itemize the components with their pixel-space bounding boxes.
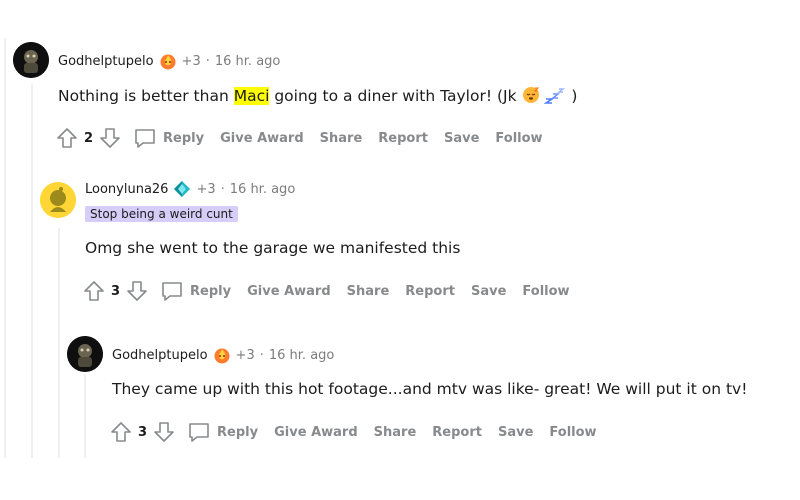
downvote-arrow-icon (127, 281, 147, 301)
thread-line-level1[interactable] (31, 84, 33, 458)
username[interactable]: Godhelptupelo (112, 348, 208, 363)
share-button[interactable]: Share (374, 425, 417, 440)
follow-button[interactable]: Follow (549, 425, 596, 440)
share-button[interactable]: Share (347, 284, 390, 299)
timestamp[interactable]: 16 hr. ago (269, 348, 335, 363)
reply-label: Reply (163, 130, 205, 146)
avatar[interactable] (13, 42, 49, 78)
reply-button[interactable]: Reply (187, 421, 258, 443)
comment-meta: Loonyluna26 +3 · 16 hr. ago (85, 180, 295, 198)
upvote-arrow-icon (57, 128, 77, 148)
highlighted-text: Maci (233, 87, 270, 105)
vote-score: 2 (84, 130, 94, 146)
karma: +3 (181, 53, 201, 69)
karma: +3 (235, 347, 255, 363)
comment-bubble-icon (189, 423, 209, 442)
thread-line-level2[interactable] (58, 228, 60, 458)
avatar[interactable] (40, 182, 76, 218)
user-avatar-icon (67, 336, 103, 372)
username[interactable]: Loonyluna26 (85, 182, 168, 197)
comment-body: Nothing is better than Maci going to a d… (58, 86, 577, 105)
comment-actions: 2 Reply Give Award Share Report Save Fol… (56, 126, 559, 150)
comment-meta: Godhelptupelo +3 · 16 hr. ago (58, 52, 280, 70)
share-button[interactable]: Share (320, 131, 363, 146)
report-button[interactable]: Report (432, 425, 482, 440)
upvote-arrow-icon (111, 422, 131, 442)
separator: · (220, 181, 225, 197)
separator: · (259, 347, 264, 363)
downvote-button[interactable] (126, 280, 148, 302)
report-button[interactable]: Report (378, 131, 428, 146)
comment-body: They came up with this hot footage...and… (112, 380, 748, 398)
downvote-button[interactable] (153, 421, 175, 443)
save-button[interactable]: Save (444, 131, 479, 146)
upvote-button[interactable] (110, 421, 132, 443)
comment-meta: Godhelptupelo +3 · 16 hr. ago (112, 346, 334, 364)
timestamp[interactable]: 16 hr. ago (230, 182, 296, 197)
give-award-button[interactable]: Give Award (220, 131, 304, 146)
vote-score: 3 (111, 283, 121, 299)
comment-bubble-icon (135, 129, 155, 148)
comment-text: Nothing is better than (58, 87, 234, 105)
comment-body: Omg she went to the garage we manifested… (85, 239, 461, 257)
reply-label: Reply (190, 283, 232, 299)
thread-line-left[interactable] (4, 38, 6, 458)
vote-score: 3 (138, 424, 148, 440)
comment-actions: 3 Reply Give Award Share Report Save Fol… (83, 279, 586, 303)
fire-award-icon (214, 348, 230, 364)
avatar[interactable] (67, 336, 103, 372)
separator: · (205, 53, 210, 69)
follow-button[interactable]: Follow (522, 284, 569, 299)
comment-actions: 3 Reply Give Award Share Report Save Fol… (110, 420, 613, 444)
downvote-arrow-icon (154, 422, 174, 442)
timestamp[interactable]: 16 hr. ago (215, 54, 281, 69)
user-avatar-icon (13, 42, 49, 78)
downvote-button[interactable] (99, 127, 121, 149)
zzz-emoji-icon (544, 88, 566, 104)
fire-award-icon (160, 54, 176, 70)
comment-text: ) (571, 87, 578, 105)
upvote-arrow-icon (84, 281, 104, 301)
upvote-button[interactable] (83, 280, 105, 302)
give-award-button[interactable]: Give Award (274, 425, 358, 440)
report-button[interactable]: Report (405, 284, 455, 299)
user-flair: Stop being a weird cunt (85, 206, 238, 222)
reply-button[interactable]: Reply (160, 280, 231, 302)
comment-bubble-icon (162, 282, 182, 301)
diamond-award-icon (174, 181, 191, 197)
upvote-button[interactable] (56, 127, 78, 149)
give-award-button[interactable]: Give Award (247, 284, 331, 299)
follow-button[interactable]: Follow (495, 131, 542, 146)
reply-label: Reply (217, 424, 259, 440)
username[interactable]: Godhelptupelo (58, 54, 154, 69)
comment-text: going to a diner with Taylor! (Jk (269, 87, 517, 105)
save-button[interactable]: Save (498, 425, 533, 440)
reply-button[interactable]: Reply (133, 127, 204, 149)
save-button[interactable]: Save (471, 284, 506, 299)
user-avatar-icon (40, 182, 76, 218)
karma: +3 (196, 181, 216, 197)
downvote-arrow-icon (100, 128, 120, 148)
thread-line-level3[interactable] (84, 374, 86, 458)
sleepy-face-emoji-icon (522, 87, 539, 103)
